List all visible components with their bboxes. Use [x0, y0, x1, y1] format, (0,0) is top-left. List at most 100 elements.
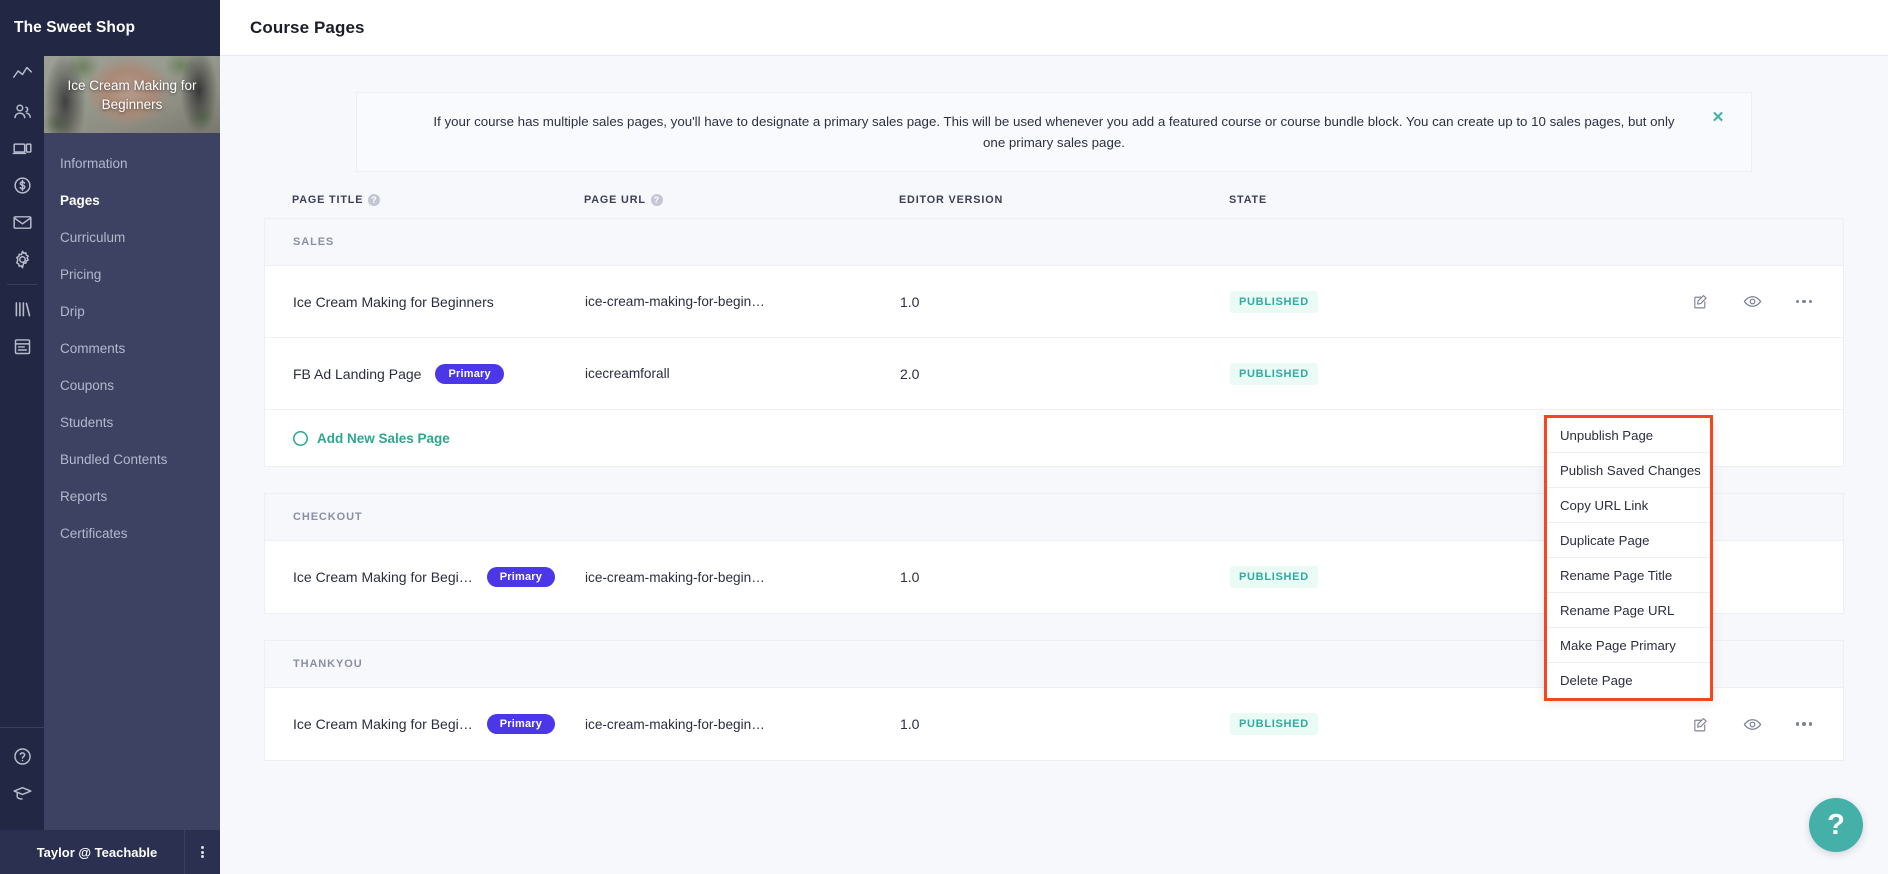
brand-title[interactable]: The Sweet Shop [0, 0, 220, 56]
row-more-options-icon[interactable] [1793, 713, 1815, 735]
cell-page-title: Ice Cream Making for Begi… Primary [265, 714, 585, 734]
cell-editor-version: 1.0 [900, 716, 920, 732]
course-sidebar: The Sweet Shop Ice Cream Making for Begi… [0, 0, 220, 874]
cell-state: PUBLISHED [1230, 566, 1570, 588]
page-title-text: Ice Cream Making for Begi… [293, 716, 473, 732]
dollar-circle-icon[interactable] [0, 167, 44, 204]
page-title-text: FB Ad Landing Page [293, 365, 422, 382]
primary-badge: Primary [486, 714, 556, 734]
help-tooltip-icon[interactable]: ? [368, 194, 381, 206]
cell-page-url: ice-cream-making-for-begin… [585, 716, 765, 732]
sidebar-item-certificates[interactable]: Certificates [44, 515, 220, 552]
table-header-row: PAGE TITLE ? PAGE URL ? EDITOR VERSION S… [264, 194, 1844, 218]
status-badge: PUBLISHED [1230, 290, 1318, 313]
add-new-sales-page-label: Add New Sales Page [317, 430, 450, 446]
help-circle-icon[interactable] [0, 738, 44, 775]
column-header-page-title: PAGE TITLE ? [264, 194, 584, 206]
menu-item-rename-page-url[interactable]: Rename Page URL [1547, 593, 1710, 628]
preview-eye-icon[interactable] [1741, 291, 1763, 313]
row-more-options-icon[interactable] [1793, 291, 1815, 313]
cell-page-title: FB Ad Landing Page Primary [265, 363, 585, 384]
app-root: The Sweet Shop Ice Cream Making for Begi… [0, 0, 1888, 874]
info-banner: If your course has multiple sales pages,… [356, 92, 1752, 172]
banner-wrapper: If your course has multiple sales pages,… [220, 56, 1888, 172]
cell-state: PUBLISHED [1230, 362, 1570, 385]
gear-icon[interactable] [0, 241, 44, 278]
primary-badge: Primary [486, 567, 556, 587]
user-name: Taylor @ Teachable [36, 844, 158, 860]
course-thumbnail[interactable]: Ice Cream Making for Beginners [44, 56, 220, 133]
menu-item-rename-page-title[interactable]: Rename Page Title [1547, 558, 1710, 593]
table-row[interactable]: FB Ad Landing Page Primary icecreamforal… [265, 338, 1843, 410]
rail-divider [7, 284, 37, 285]
sidebar-item-pricing[interactable]: Pricing [44, 256, 220, 293]
sidebar-item-information[interactable]: Information [44, 145, 220, 182]
edit-icon[interactable] [1689, 713, 1711, 735]
menu-item-make-page-primary[interactable]: Make Page Primary [1547, 628, 1710, 663]
cell-page-url: ice-cream-making-for-begin… [585, 294, 765, 309]
add-new-sales-page-button[interactable]: Add New Sales Page [293, 430, 450, 446]
cell-editor-version: 1.0 [900, 569, 920, 585]
menu-item-publish-saved-changes[interactable]: Publish Saved Changes [1547, 453, 1710, 488]
info-banner-text: If your course has multiple sales pages,… [433, 114, 1675, 150]
sidebar-item-pages[interactable]: Pages [44, 182, 220, 219]
sidebar-item-drip[interactable]: Drip [44, 293, 220, 330]
menu-item-duplicate-page[interactable]: Duplicate Page [1547, 523, 1710, 558]
cell-page-url: ice-cream-making-for-begin… [585, 569, 765, 585]
help-tooltip-icon[interactable]: ? [650, 194, 663, 206]
mail-icon[interactable] [0, 204, 44, 241]
sidebar-item-students[interactable]: Students [44, 404, 220, 441]
rail-bottom-divider [0, 727, 44, 728]
main-area: Course Pages If your course has multiple… [220, 0, 1888, 874]
cell-state: PUBLISHED [1230, 713, 1570, 735]
cell-actions [1570, 713, 1843, 735]
menu-item-copy-url-link[interactable]: Copy URL Link [1547, 488, 1710, 523]
status-badge: PUBLISHED [1230, 566, 1318, 588]
graduation-cap-icon[interactable] [0, 775, 44, 812]
column-header-page-url: PAGE URL ? [584, 194, 899, 206]
close-icon[interactable]: ✕ [1709, 109, 1727, 127]
user-menu-kebab-icon[interactable] [184, 830, 220, 874]
column-header-page-url-label: PAGE URL [584, 194, 646, 206]
sidebar-item-curriculum[interactable]: Curriculum [44, 219, 220, 256]
page-title-text: Ice Cream Making for Begi… [293, 569, 473, 585]
cell-editor-version: 2.0 [900, 365, 920, 382]
edit-icon[interactable] [1689, 291, 1711, 313]
icon-rail [0, 0, 44, 874]
top-bar: Course Pages [220, 0, 1888, 56]
course-thumbnail-title: Ice Cream Making for Beginners [67, 77, 197, 112]
section-header-sales: SALES [265, 219, 1843, 266]
page-title: Course Pages [250, 17, 365, 37]
users-icon[interactable] [0, 93, 44, 130]
analytics-icon[interactable] [0, 56, 44, 93]
status-badge: PUBLISHED [1230, 713, 1318, 735]
status-badge: PUBLISHED [1230, 362, 1318, 385]
primary-badge: Primary [435, 363, 504, 384]
column-header-editor-version: EDITOR VERSION [899, 194, 1004, 206]
sidebar-item-bundled-contents[interactable]: Bundled Contents [44, 441, 220, 478]
column-header-state: STATE [1229, 194, 1268, 206]
menu-item-unpublish-page[interactable]: Unpublish Page [1547, 418, 1710, 453]
cell-page-url: icecreamforall [585, 366, 670, 381]
cell-actions [1570, 291, 1843, 313]
calendar-icon[interactable] [0, 328, 44, 365]
sidebar-item-coupons[interactable]: Coupons [44, 367, 220, 404]
help-chat-button[interactable]: ? [1809, 798, 1863, 852]
preview-eye-icon[interactable] [1741, 713, 1763, 735]
column-header-page-title-label: PAGE TITLE [292, 194, 364, 206]
library-icon[interactable] [0, 291, 44, 328]
cell-state: PUBLISHED [1230, 290, 1570, 313]
row-context-menu: Unpublish Page Publish Saved Changes Cop… [1544, 415, 1713, 701]
sidebar-item-reports[interactable]: Reports [44, 478, 220, 515]
devices-icon[interactable] [0, 130, 44, 167]
column-header-actions [1569, 194, 1844, 206]
cell-page-title: Ice Cream Making for Beginners [265, 294, 585, 310]
cell-editor-version: 1.0 [900, 293, 920, 310]
menu-item-delete-page[interactable]: Delete Page [1547, 663, 1710, 698]
content-scroll: If your course has multiple sales pages,… [220, 56, 1888, 874]
user-bar: Taylor @ Teachable [0, 830, 220, 874]
sidebar-item-comments[interactable]: Comments [44, 330, 220, 367]
cell-page-title: Ice Cream Making for Begi… Primary [265, 567, 585, 587]
table-row[interactable]: Ice Cream Making for Beginners ice-cream… [265, 266, 1843, 338]
